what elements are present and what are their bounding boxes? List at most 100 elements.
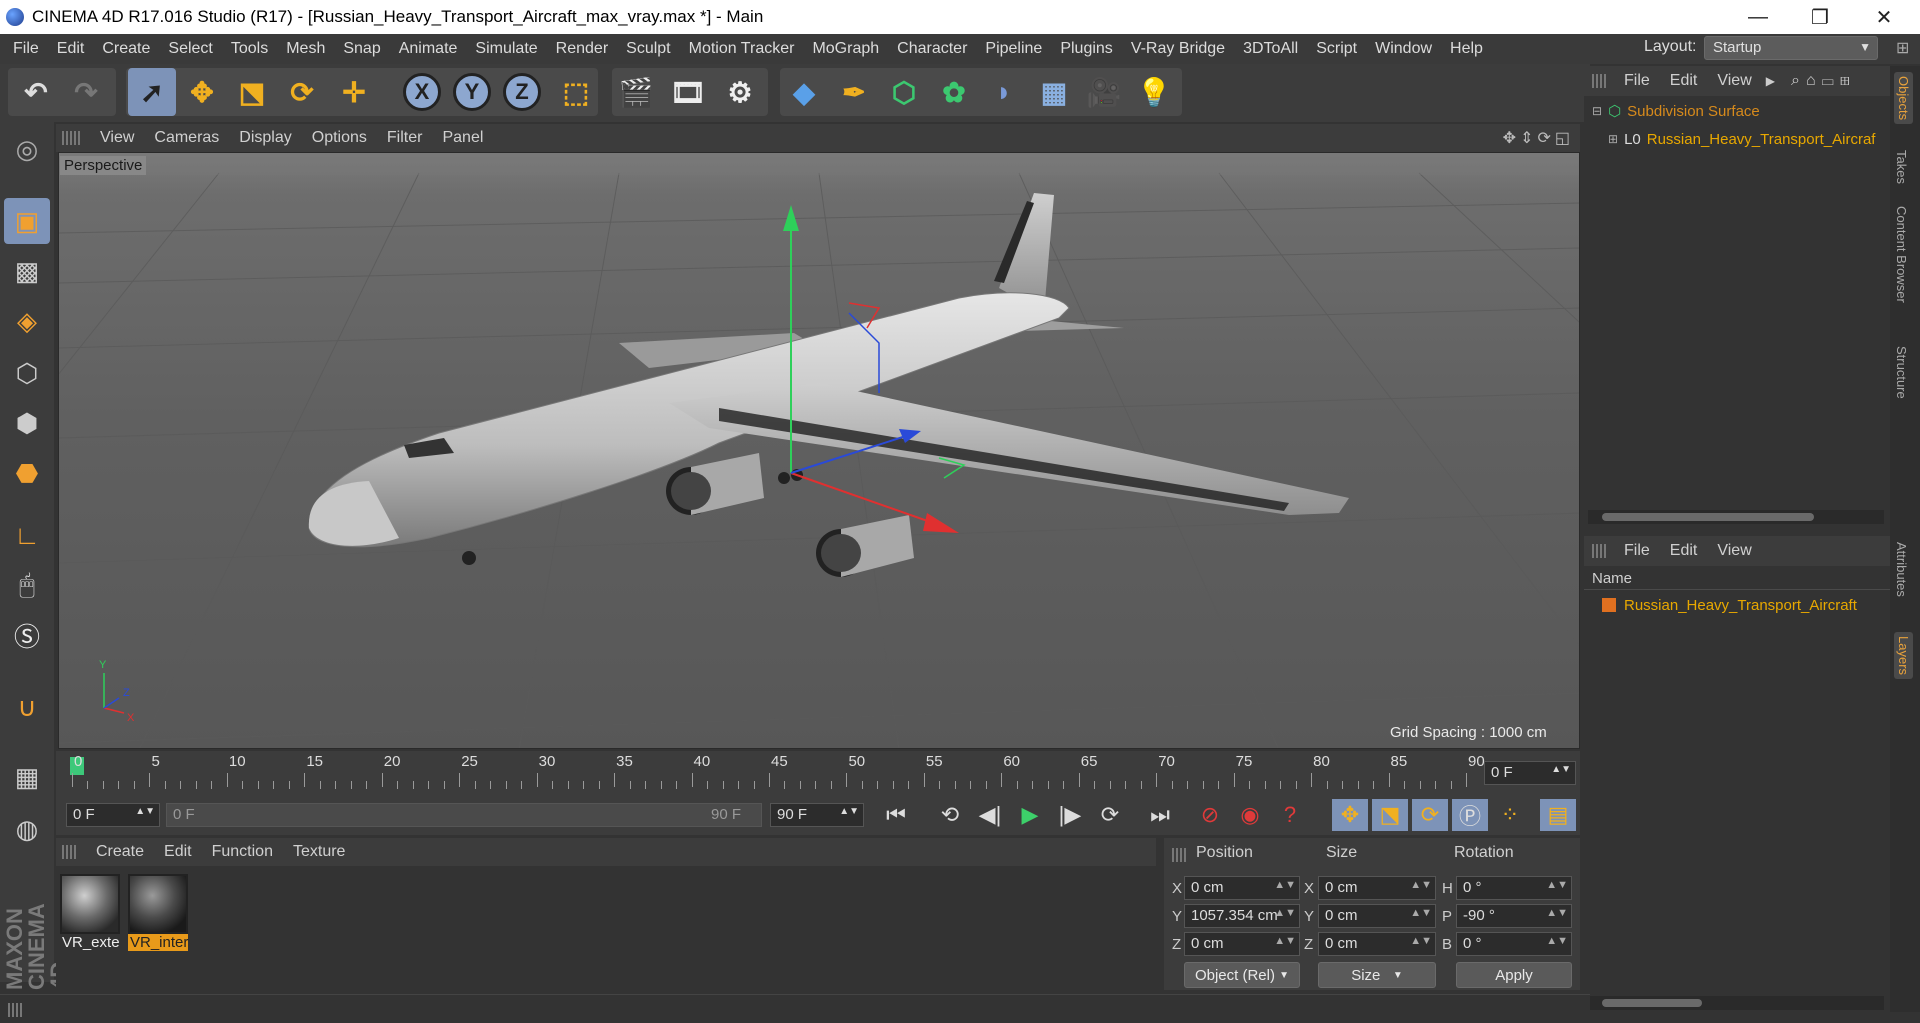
- menu-select[interactable]: Select: [159, 40, 221, 58]
- menu-tools[interactable]: Tools: [222, 40, 277, 58]
- go-to-next-key-icon[interactable]: ⟳: [1092, 799, 1128, 831]
- light-icon[interactable]: 💡: [1130, 68, 1178, 116]
- viewport-menu-filter[interactable]: Filter: [377, 129, 433, 147]
- objects-menu-edit[interactable]: Edit: [1660, 72, 1708, 90]
- undo-icon[interactable]: ↶: [12, 68, 60, 116]
- step-back-icon[interactable]: ◀|: [972, 799, 1008, 831]
- record-point-level-icon[interactable]: ⁘: [1492, 799, 1528, 831]
- recent-tools-icon[interactable]: ✛: [330, 68, 378, 116]
- size-x-field[interactable]: 0 cm ▲▼: [1318, 876, 1436, 900]
- cube-icon[interactable]: ◆: [780, 68, 828, 116]
- start-frame-field[interactable]: 0 F ▲▼: [66, 803, 160, 827]
- axis-mode-icon[interactable]: ∟: [4, 512, 50, 558]
- menu-3dtoall[interactable]: 3DToAll: [1234, 40, 1307, 58]
- viewport-menu-options[interactable]: Options: [302, 129, 377, 147]
- rotation-b-field[interactable]: 0 ° ▲▼: [1456, 932, 1572, 956]
- layout-dropdown[interactable]: Startup ▼: [1704, 36, 1878, 60]
- size-z-field[interactable]: 0 cm ▲▼: [1318, 932, 1436, 956]
- workplane-rotate-icon[interactable]: ◍: [4, 806, 50, 852]
- render-view-icon[interactable]: 🎬: [612, 68, 660, 116]
- model-mode-icon[interactable]: ▣: [4, 198, 50, 244]
- menu-vray-bridge[interactable]: V-Ray Bridge: [1122, 40, 1234, 58]
- step-forward-icon[interactable]: |▶: [1052, 799, 1088, 831]
- layers-menu-edit[interactable]: Edit: [1660, 542, 1708, 560]
- rotation-h-field[interactable]: 0 ° ▲▼: [1456, 876, 1572, 900]
- tab-attributes[interactable]: Attributes: [1894, 542, 1909, 597]
- menu-animate[interactable]: Animate: [390, 40, 467, 58]
- make-editable-icon[interactable]: ◎: [4, 126, 50, 172]
- tree-expand-icon[interactable]: ⊞: [1608, 132, 1618, 146]
- viewport-menu-cameras[interactable]: Cameras: [144, 129, 229, 147]
- polygons-mode-icon[interactable]: ⬣: [4, 450, 50, 496]
- play-icon[interactable]: ▶: [1012, 799, 1048, 831]
- perspective-viewport[interactable]: Y Z X: [58, 152, 1580, 749]
- camera-icon[interactable]: 🎥: [1080, 68, 1128, 116]
- workplane-icon[interactable]: ◈: [4, 298, 50, 344]
- minimize-button[interactable]: —: [1730, 0, 1786, 34]
- menu-script[interactable]: Script: [1307, 40, 1366, 58]
- size-mode-dropdown[interactable]: Size ▼: [1318, 962, 1436, 988]
- layer-item[interactable]: Russian_Heavy_Transport_Aircraft: [1602, 594, 1857, 616]
- coordinate-mode-dropdown[interactable]: Object (Rel) ▼: [1184, 962, 1300, 988]
- menu-sculpt[interactable]: Sculpt: [617, 40, 679, 58]
- position-z-field[interactable]: 0 cm ▲▼: [1184, 932, 1300, 956]
- autokeying-icon[interactable]: ◉: [1232, 799, 1268, 831]
- tab-objects[interactable]: Objects: [1894, 72, 1913, 125]
- object-manager-tool-icons[interactable]: ⌕⌂▭⊞: [1791, 72, 1856, 90]
- record-active-objects-icon[interactable]: ⊘: [1192, 799, 1228, 831]
- tab-content-browser[interactable]: Content Browser: [1894, 206, 1909, 303]
- grip-icon[interactable]: [8, 1003, 22, 1017]
- apply-button[interactable]: Apply: [1456, 962, 1572, 988]
- x-axis-lock-icon[interactable]: X: [398, 68, 446, 116]
- points-mode-icon[interactable]: ⬡: [4, 350, 50, 396]
- tab-takes[interactable]: Takes: [1894, 150, 1909, 184]
- snap-icon[interactable]: ∪: [4, 684, 50, 730]
- pen-spline-icon[interactable]: ✒: [830, 68, 878, 116]
- deformer-icon[interactable]: ◗: [980, 68, 1028, 116]
- tweak-mode-icon[interactable]: 🖱: [4, 562, 50, 608]
- menu-help[interactable]: Help: [1441, 40, 1492, 58]
- record-scale-icon[interactable]: ⬔: [1372, 799, 1408, 831]
- menu-create[interactable]: Create: [93, 40, 159, 58]
- horizontal-scrollbar[interactable]: [1588, 510, 1884, 524]
- frame-range-slider[interactable]: 0 F 90 F: [166, 803, 762, 827]
- record-parameter-icon[interactable]: Ⓟ: [1452, 799, 1488, 831]
- objects-menu-view[interactable]: View: [1707, 72, 1761, 90]
- viewport-navigation-icons[interactable]: ✥⇕⟳◱: [1503, 128, 1574, 148]
- grip-icon[interactable]: [1592, 74, 1606, 88]
- rotate-icon[interactable]: ⟳: [278, 68, 326, 116]
- tab-structure[interactable]: Structure: [1894, 346, 1909, 399]
- move-icon[interactable]: ✥: [178, 68, 226, 116]
- subdivision-surface-icon[interactable]: ⬡: [880, 68, 928, 116]
- redo-icon[interactable]: ↷: [62, 68, 110, 116]
- texture-mode-icon[interactable]: ▩: [4, 248, 50, 294]
- grip-icon[interactable]: [62, 131, 80, 145]
- material-menu-edit[interactable]: Edit: [154, 843, 202, 861]
- menu-window[interactable]: Window: [1366, 40, 1441, 58]
- menu-mograph[interactable]: MoGraph: [803, 40, 888, 58]
- menu-simulate[interactable]: Simulate: [466, 40, 546, 58]
- material-swatch[interactable]: VR_inter: [128, 874, 188, 954]
- solo-icon[interactable]: Ⓢ: [4, 612, 50, 658]
- go-to-end-icon[interactable]: ⏭: [1142, 799, 1178, 831]
- record-position-icon[interactable]: ✥: [1332, 799, 1368, 831]
- menu-file[interactable]: File: [4, 40, 48, 58]
- grip-icon[interactable]: [1172, 848, 1186, 862]
- tree-expand-icon[interactable]: ⊟: [1592, 104, 1602, 118]
- layer-color-swatch[interactable]: [1602, 598, 1616, 612]
- edges-mode-icon[interactable]: ⬢: [4, 400, 50, 446]
- position-x-field[interactable]: 0 cm ▲▼: [1184, 876, 1300, 900]
- menu-character[interactable]: Character: [888, 40, 976, 58]
- position-y-field[interactable]: 1057.354 cm ▲▼: [1184, 904, 1300, 928]
- viewport-menu-panel[interactable]: Panel: [432, 129, 493, 147]
- material-menu-create[interactable]: Create: [86, 843, 154, 861]
- horizontal-scrollbar[interactable]: [1588, 996, 1884, 1010]
- z-axis-lock-icon[interactable]: Z: [498, 68, 546, 116]
- material-menu-function[interactable]: Function: [202, 843, 283, 861]
- close-button[interactable]: ✕: [1856, 0, 1912, 34]
- menu-edit[interactable]: Edit: [48, 40, 94, 58]
- current-frame-field[interactable]: 0 F ▲▼: [1484, 761, 1576, 785]
- menu-render[interactable]: Render: [547, 40, 617, 58]
- cloner-icon[interactable]: ✿: [930, 68, 978, 116]
- menu-pipeline[interactable]: Pipeline: [976, 40, 1051, 58]
